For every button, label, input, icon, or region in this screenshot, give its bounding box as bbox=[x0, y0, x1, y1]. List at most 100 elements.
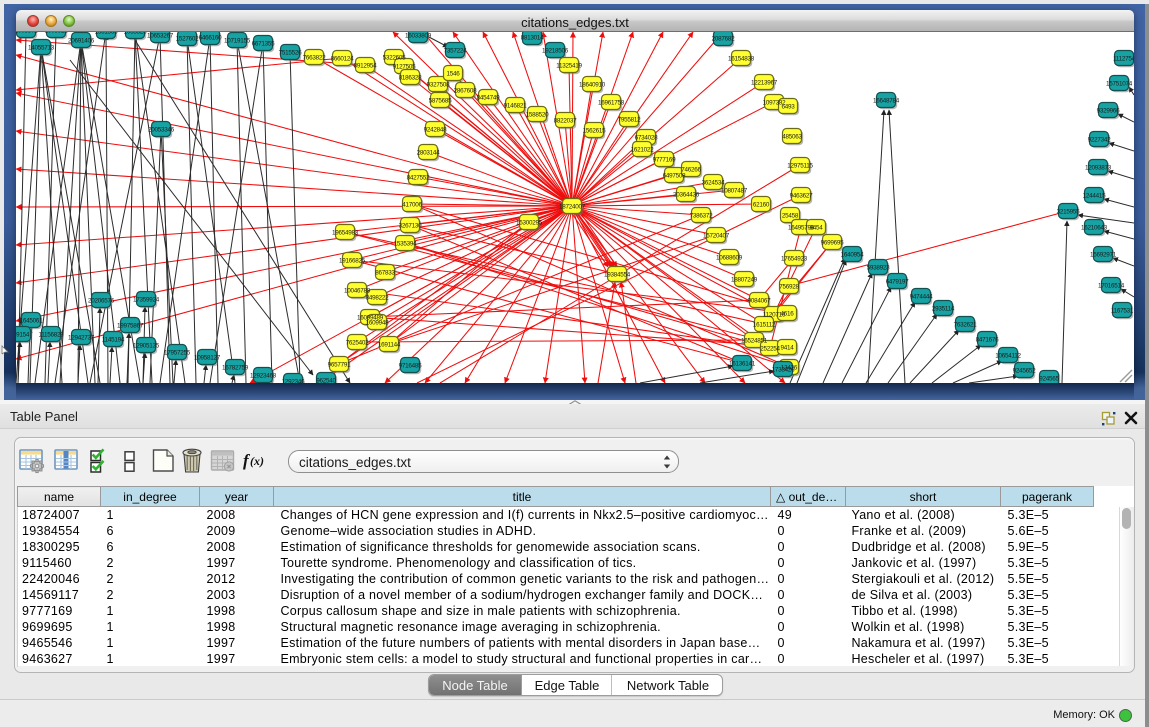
svg-text:6493: 6493 bbox=[781, 104, 795, 111]
svg-text:2935114: 2935114 bbox=[932, 306, 955, 313]
svg-text:4616: 4616 bbox=[780, 311, 794, 318]
svg-text:6497508: 6497508 bbox=[663, 173, 687, 180]
svg-text:17016514: 17016514 bbox=[1098, 283, 1125, 290]
svg-text:15300295: 15300295 bbox=[516, 220, 543, 227]
svg-text:7357224: 7357224 bbox=[444, 48, 468, 55]
svg-text:7663822: 7663822 bbox=[303, 55, 327, 62]
svg-text:2087682: 2087682 bbox=[712, 36, 736, 43]
svg-text:16154838: 16154838 bbox=[728, 56, 755, 63]
svg-text:3215955: 3215955 bbox=[1057, 209, 1081, 216]
svg-text:1546: 1546 bbox=[446, 71, 460, 78]
svg-text:19166825: 19166825 bbox=[339, 258, 366, 265]
svg-text:9227342: 9227342 bbox=[1088, 137, 1112, 144]
svg-text:10958127: 10958127 bbox=[194, 355, 221, 362]
svg-text:6466160: 6466160 bbox=[199, 35, 223, 42]
svg-text:9463627: 9463627 bbox=[790, 193, 814, 200]
svg-text:5938923: 5938923 bbox=[867, 265, 891, 272]
svg-text:417006: 417006 bbox=[402, 202, 422, 209]
svg-text:1244415: 1244415 bbox=[1083, 193, 1107, 200]
svg-text:10807487: 10807487 bbox=[721, 188, 748, 195]
svg-text:20691406: 20691406 bbox=[68, 38, 95, 45]
svg-text:9242848: 9242848 bbox=[424, 127, 448, 134]
svg-text:12975115: 12975115 bbox=[787, 163, 813, 170]
svg-text:19975867: 19975867 bbox=[117, 323, 144, 330]
svg-text:39154: 39154 bbox=[16, 332, 30, 339]
svg-text:3624534: 3624534 bbox=[702, 180, 726, 187]
svg-text:252254: 252254 bbox=[760, 346, 780, 353]
svg-text:11156829: 11156829 bbox=[38, 332, 64, 339]
svg-text:1561566: 1561566 bbox=[95, 32, 119, 36]
svg-text:16648784: 16648784 bbox=[873, 98, 900, 105]
svg-text:8454749: 8454749 bbox=[477, 95, 501, 102]
svg-text:1588520: 1588520 bbox=[526, 112, 550, 119]
svg-text:10654112: 10654112 bbox=[995, 353, 1021, 360]
svg-text:9777169: 9777169 bbox=[653, 157, 677, 164]
svg-text:9414: 9414 bbox=[780, 345, 794, 352]
svg-text:9329966: 9329966 bbox=[1097, 108, 1121, 115]
svg-text:7515526: 7515526 bbox=[279, 50, 303, 57]
svg-text:15720407: 15720407 bbox=[703, 233, 730, 240]
svg-text:8660124: 8660124 bbox=[331, 56, 355, 63]
svg-text:8912954: 8912954 bbox=[354, 63, 378, 70]
svg-text:18640910: 18640910 bbox=[579, 82, 606, 89]
svg-text:2803144: 2803144 bbox=[417, 150, 441, 157]
svg-text:1527602: 1527602 bbox=[176, 36, 200, 43]
svg-text:10046788: 10046788 bbox=[344, 288, 371, 295]
svg-text:18807249: 18807249 bbox=[731, 277, 758, 284]
svg-text:8822037: 8822037 bbox=[554, 118, 578, 125]
svg-text:1562615: 1562615 bbox=[583, 128, 607, 135]
svg-text:2867608: 2867608 bbox=[454, 88, 478, 95]
svg-text:19654983: 19654983 bbox=[332, 230, 359, 237]
svg-text:19218506: 19218506 bbox=[542, 48, 569, 55]
svg-text:8186328: 8186328 bbox=[399, 75, 423, 82]
svg-text:1065326: 1065326 bbox=[124, 32, 148, 36]
svg-text:12923468: 12923468 bbox=[250, 373, 277, 380]
svg-text:16033809: 16033809 bbox=[405, 33, 432, 40]
svg-text:16524851: 16524851 bbox=[741, 338, 768, 345]
svg-text:20364436: 20364436 bbox=[673, 192, 700, 199]
svg-text:485063: 485063 bbox=[782, 134, 802, 141]
svg-text:7386372: 7386372 bbox=[690, 213, 714, 220]
svg-text:17654923: 17654923 bbox=[781, 256, 808, 263]
svg-text:9245652: 9245652 bbox=[1013, 368, 1037, 375]
svg-text:20206576: 20206576 bbox=[88, 298, 115, 305]
svg-text:15751074: 15751074 bbox=[1106, 81, 1133, 88]
svg-text:9146821: 9146821 bbox=[504, 103, 528, 110]
svg-text:1903921: 1903921 bbox=[45, 32, 69, 35]
svg-text:1167531: 1167531 bbox=[1111, 308, 1134, 315]
svg-text:8498222: 8498222 bbox=[366, 295, 390, 302]
svg-text:1691144: 1691144 bbox=[378, 342, 401, 349]
svg-text:9127505: 9127505 bbox=[393, 64, 417, 71]
svg-text:924565: 924565 bbox=[1039, 376, 1059, 383]
svg-text:12905135: 12905135 bbox=[133, 343, 160, 350]
svg-text:17359924: 17359924 bbox=[133, 297, 160, 304]
svg-text:2005571: 2005571 bbox=[16, 32, 38, 35]
svg-text:8454: 8454 bbox=[809, 225, 823, 232]
svg-text:12213967: 12213967 bbox=[751, 80, 778, 87]
svg-text:(x): (x) bbox=[250, 454, 264, 468]
svg-text:18724007: 18724007 bbox=[559, 204, 586, 211]
svg-text:7632621: 7632621 bbox=[954, 322, 978, 329]
svg-text:746266: 746266 bbox=[681, 167, 701, 174]
svg-text:9699695: 9699695 bbox=[821, 240, 845, 247]
svg-text:5875685: 5875685 bbox=[429, 98, 453, 105]
svg-text:1645061: 1645061 bbox=[20, 318, 44, 325]
svg-text:1621022: 1621022 bbox=[631, 147, 655, 154]
svg-text:9474444: 9474444 bbox=[910, 294, 934, 301]
svg-text:1145194: 1145194 bbox=[102, 337, 125, 344]
svg-text:1640954: 1640954 bbox=[841, 252, 865, 259]
svg-text:8471676: 8471676 bbox=[976, 337, 1000, 344]
svg-text:19384554: 19384554 bbox=[604, 272, 631, 279]
svg-text:8427552: 8427552 bbox=[407, 175, 431, 182]
svg-text:25458: 25458 bbox=[782, 213, 799, 220]
svg-text:9716485: 9716485 bbox=[399, 363, 423, 370]
svg-text:16961758: 16961758 bbox=[598, 100, 625, 107]
svg-text:5322605: 5322605 bbox=[383, 55, 407, 62]
svg-text:9084067: 9084067 bbox=[748, 298, 772, 305]
svg-text:9327508: 9327508 bbox=[427, 82, 451, 89]
svg-text:756928: 756928 bbox=[779, 284, 799, 291]
svg-text:17957255: 17957255 bbox=[164, 350, 191, 357]
svg-text:6671355: 6671355 bbox=[252, 41, 276, 48]
svg-text:11325419: 11325419 bbox=[556, 63, 582, 70]
svg-text:20053346: 20053346 bbox=[148, 127, 175, 134]
